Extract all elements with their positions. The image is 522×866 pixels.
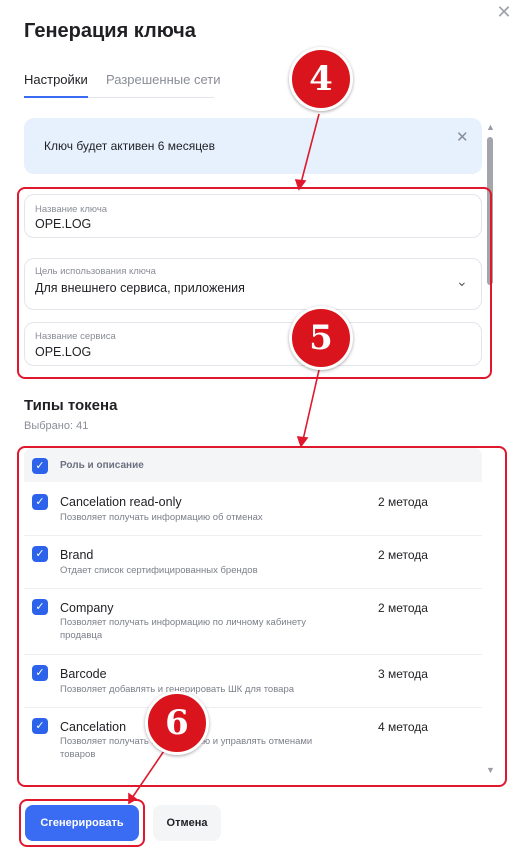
annotation-arrows <box>128 113 320 805</box>
arrow-6 <box>131 747 167 799</box>
step-badge-5: 5 <box>289 306 353 370</box>
arrow-5-head <box>296 436 309 448</box>
arrow-6-head <box>128 792 138 805</box>
step-badge-6: 6 <box>145 691 209 755</box>
step-badge-4: 4 <box>289 47 353 111</box>
arrow-4-head <box>294 179 307 191</box>
arrow-4 <box>300 113 320 184</box>
arrow-5 <box>302 369 320 441</box>
